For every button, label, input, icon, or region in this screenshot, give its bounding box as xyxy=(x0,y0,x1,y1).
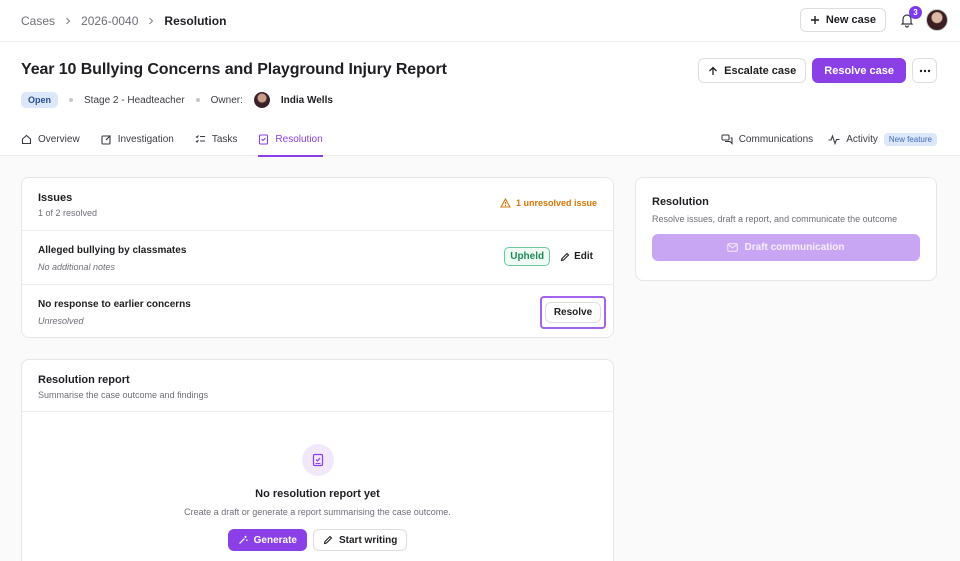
chat-icon xyxy=(721,133,733,145)
status-badge: Open xyxy=(21,92,59,108)
owner-name[interactable]: India Wells xyxy=(281,95,333,106)
unresolved-warning-label: 1 unresolved issue xyxy=(515,198,597,208)
pencil-icon xyxy=(323,535,333,545)
tab-tasks[interactable]: Tasks xyxy=(195,122,238,156)
draft-communication-label: Draft communication xyxy=(744,242,845,253)
issue-row: No response to earlier concerns Unresolv… xyxy=(22,285,613,339)
resolve-issue-button[interactable]: Resolve xyxy=(544,302,602,323)
notifications-button[interactable]: 3 xyxy=(898,6,922,29)
chevron-right-icon xyxy=(66,17,71,25)
tab-resolution-label: Resolution xyxy=(275,133,323,145)
tab-communications[interactable]: Communications xyxy=(721,122,813,156)
plus-icon xyxy=(810,16,819,24)
report-title: Resolution report xyxy=(38,374,130,386)
separator-dot xyxy=(69,98,74,102)
stage-label: Stage 2 - Headteacher xyxy=(84,94,185,106)
side-panel-subtitle: Resolve issues, draft a report, and comm… xyxy=(652,214,898,224)
resolve-case-label: Resolve case xyxy=(824,64,894,77)
report-icon xyxy=(259,133,269,145)
chevron-right-icon xyxy=(149,17,154,25)
activity-pulse-icon xyxy=(828,133,840,145)
draft-communication-button[interactable]: Draft communication xyxy=(652,234,920,261)
new-feature-badge: New feature xyxy=(883,132,937,146)
empty-state-title: No resolution report yet xyxy=(255,488,380,500)
resolution-report-card: Resolution report Summarise the case out… xyxy=(21,359,614,561)
empty-state: No resolution report yet Create a draft … xyxy=(22,444,613,551)
owner-label: Owner: xyxy=(210,94,243,106)
pencil-icon xyxy=(560,252,570,261)
side-panel-title: Resolution xyxy=(652,196,709,208)
empty-state-subtitle: Create a draft or generate a report summ… xyxy=(184,507,451,517)
case-header: Year 10 Bullying Concerns and Playground… xyxy=(0,42,960,157)
breadcrumb-case-id[interactable]: 2026-0040 xyxy=(81,14,138,28)
tab-overview-label: Overview xyxy=(38,133,80,145)
report-subtitle: Summarise the case outcome and findings xyxy=(38,390,209,400)
top-bar: Cases 2026-0040 Resolution New case 3 xyxy=(0,0,960,42)
tab-resolution[interactable]: Resolution xyxy=(258,122,323,157)
case-meta: Open Stage 2 - Headteacher Owner: India … xyxy=(21,92,333,108)
breadcrumb: Cases 2026-0040 Resolution xyxy=(21,0,226,42)
tab-investigation[interactable]: Investigation xyxy=(101,122,174,156)
new-case-label: New case xyxy=(825,14,876,26)
separator-dot xyxy=(195,98,200,102)
tab-activity[interactable]: Activity New feature xyxy=(828,122,937,156)
resolve-case-button[interactable]: Resolve case xyxy=(812,58,906,83)
edit-label: Edit xyxy=(574,251,593,262)
upheld-badge: Upheld xyxy=(504,247,551,266)
tab-tasks-label: Tasks xyxy=(211,133,238,145)
issues-title: Issues xyxy=(38,192,73,204)
generate-label: Generate xyxy=(253,534,297,546)
task-list-icon xyxy=(195,134,205,143)
issue-note: Unresolved xyxy=(38,316,84,326)
more-horizontal-icon xyxy=(919,69,930,72)
resolution-side-panel: Resolution Resolve issues, draft a repor… xyxy=(635,177,937,281)
resolve-focus-ring: Resolve xyxy=(540,296,606,329)
start-writing-button[interactable]: Start writing xyxy=(313,529,408,551)
tab-communications-label: Communications xyxy=(738,133,814,145)
home-icon xyxy=(21,134,32,144)
case-tabs: Overview Investigation Tasks Resolution xyxy=(21,122,323,157)
page-title: Year 10 Bullying Concerns and Playground… xyxy=(21,61,447,78)
breadcrumb-current: Resolution xyxy=(164,14,227,28)
more-options-button[interactable] xyxy=(912,58,937,83)
magic-wand-icon xyxy=(238,535,248,544)
issue-title: Alleged bullying by classmates xyxy=(38,245,187,256)
issue-row: Alleged bullying by classmates No additi… xyxy=(22,231,613,285)
owner-avatar xyxy=(253,92,270,108)
tab-investigation-label: Investigation xyxy=(117,133,174,145)
user-avatar[interactable] xyxy=(926,9,948,31)
generate-button[interactable]: Generate xyxy=(227,529,307,551)
mail-icon xyxy=(727,243,739,252)
arrow-up-icon xyxy=(709,66,718,75)
unresolved-warning: 1 unresolved issue xyxy=(500,198,597,208)
tab-activity-label: Activity xyxy=(846,133,878,145)
escalate-case-button[interactable]: Escalate case xyxy=(698,58,807,83)
issues-progress: 1 of 2 resolved xyxy=(38,208,98,218)
breadcrumb-cases[interactable]: Cases xyxy=(21,14,55,28)
escalate-case-label: Escalate case xyxy=(724,64,797,77)
start-writing-label: Start writing xyxy=(339,534,398,546)
resolve-issue-label: Resolve xyxy=(553,307,593,318)
report-icon xyxy=(301,444,334,476)
notification-count-badge: 3 xyxy=(909,6,922,19)
edit-issue-button[interactable]: Edit xyxy=(560,251,593,262)
issue-title: No response to earlier concerns xyxy=(38,299,191,310)
edit-square-icon xyxy=(101,134,111,145)
issue-note: No additional notes xyxy=(38,262,116,272)
issues-card: Issues 1 of 2 resolved 1 unresolved issu… xyxy=(21,177,614,338)
tab-overview[interactable]: Overview xyxy=(21,122,80,156)
warning-triangle-icon xyxy=(500,198,511,208)
new-case-button[interactable]: New case xyxy=(799,8,886,32)
